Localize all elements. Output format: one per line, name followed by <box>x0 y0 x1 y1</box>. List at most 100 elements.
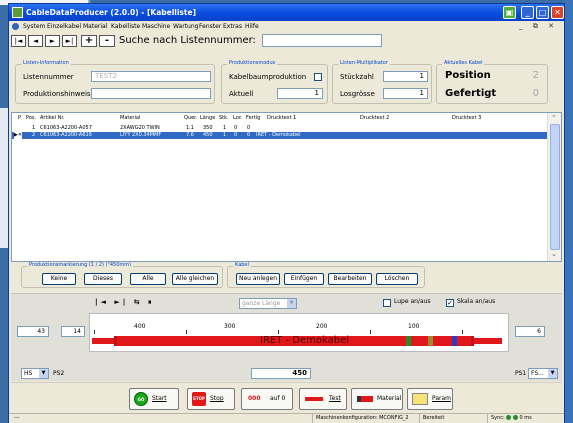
markierung-group: Produktionsmarkierung (1 / 2) ("450mm) K… <box>21 262 223 288</box>
start-button[interactable]: GO Start <box>129 388 179 410</box>
cell-material: 2XAWG20 TWIN <box>120 125 160 131</box>
produktionshinweis-field[interactable] <box>91 88 211 99</box>
menu-material[interactable]: Material <box>83 21 107 32</box>
column-header-loc[interactable]: Loc <box>233 115 242 121</box>
cable-left-cap <box>114 336 117 346</box>
stop-button[interactable]: STOP Stop <box>187 388 235 410</box>
group-legend: Produktionsmodus <box>227 60 278 66</box>
group-legend: Aktuelles Kabel <box>442 60 485 66</box>
column-header-artikel[interactable]: Artikel Nr. <box>40 115 65 121</box>
scale-tick <box>94 330 95 334</box>
loeschen-button[interactable]: Löschen <box>376 273 418 285</box>
param-button[interactable]: Param <box>407 388 453 410</box>
stueckzahl-field[interactable]: 1 <box>383 71 428 82</box>
skala-checkbox[interactable]: ✓ <box>446 299 454 307</box>
menu-wartung[interactable]: Wartung <box>173 21 198 32</box>
next-record-button[interactable]: ► <box>45 35 60 47</box>
title-bar[interactable]: CableDataProducer (2.0.0) - [Kabelliste]… <box>9 4 564 21</box>
lupe-label: Lupe an/aus <box>394 298 431 305</box>
menu-bar: System Einzelkabel Material Kabelliste M… <box>9 21 564 32</box>
scrollbar-thumb[interactable] <box>550 124 560 250</box>
cable-right-cap <box>471 336 474 346</box>
right-inner-field[interactable]: 6 <box>515 326 545 337</box>
column-header-stk[interactable]: Stk. <box>219 115 229 121</box>
close-button[interactable]: ✕ <box>551 6 564 19</box>
delete-record-button[interactable]: - <box>99 35 115 47</box>
aktuelles-kabel-group: Aktuelles Kabel Position 2 Gefertigt 0 <box>436 60 548 104</box>
auf-null-button[interactable]: 000 auf 0 <box>241 388 293 410</box>
cell-drucktext1: IRET - Demokabel <box>256 132 301 138</box>
column-header-quer[interactable]: Quer. <box>184 115 197 121</box>
cable-length-field[interactable]: 450 <box>251 368 311 379</box>
listen-multiplikator-group: Listen-Multiplikator Stückzahl 1 Losgrös… <box>332 60 432 104</box>
table-row-selected[interactable]: ▶✕ 2 C61063-A2200-A616 LIYY 2X0.34MMF 7.… <box>12 132 547 139</box>
bearbeiten-button[interactable]: Bearbeiten <box>328 273 372 285</box>
tray-app-icon[interactable]: ▣ <box>503 6 516 19</box>
lupe-checkbox[interactable] <box>383 299 391 307</box>
left-end-combo[interactable]: HS ▼ <box>21 368 49 379</box>
maximize-button[interactable]: □ <box>536 6 549 19</box>
column-header-drucktext3[interactable]: Drucktext 3 <box>452 115 481 121</box>
neu-anlegen-button[interactable]: Neu anlegen <box>236 273 280 285</box>
menu-system[interactable]: System <box>23 21 45 32</box>
stop-icon: STOP <box>192 392 206 406</box>
group-legend: Listen-Information <box>21 60 71 66</box>
menu-einzelkabel[interactable]: Einzelkabel <box>47 21 81 32</box>
first-record-button[interactable]: |◄ <box>11 35 26 47</box>
mdi-window-controls[interactable]: _ ⧉ ✕ <box>519 21 558 32</box>
table-row[interactable]: 1 C61063-A2200-A057 2XAWG20 TWIN 1.1 350… <box>12 125 547 132</box>
markierung-keine-button[interactable]: Keine <box>42 273 76 285</box>
listennummer-label: Listennummer <box>23 73 74 81</box>
markierung-alle-button[interactable]: Alle <box>130 273 166 285</box>
right-end-combo[interactable]: FS... ▼ <box>528 368 558 379</box>
right-end-value: FS... <box>531 370 544 377</box>
mdi-doc-icon[interactable] <box>12 23 19 30</box>
einfuegen-button[interactable]: Einfügen <box>284 273 324 285</box>
previous-record-button[interactable]: ◄ <box>28 35 43 47</box>
column-header-drucktext1[interactable]: Drucktext 1 <box>267 115 296 121</box>
produktionshinweis-label: Produktionshinweis <box>23 90 91 98</box>
column-header-material[interactable]: Material <box>120 115 140 121</box>
kabelbaumproduktion-label: Kabelbaumproduktion <box>229 73 307 81</box>
test-button[interactable]: Test <box>299 388 347 410</box>
menu-fenster[interactable]: Fenster <box>199 21 221 32</box>
losgroesse-field[interactable]: 1 <box>383 88 428 99</box>
column-header-pos[interactable]: Pos. <box>26 115 36 121</box>
column-header-laenge[interactable]: Länge <box>200 115 215 121</box>
scale-tick <box>186 330 187 334</box>
menu-maschine[interactable]: Maschine <box>142 21 170 32</box>
menu-kabelliste[interactable]: Kabelliste <box>111 21 140 32</box>
group-legend: Produktionsmarkierung (1 / 2) ("450mm) <box>27 262 134 268</box>
aktuell-field[interactable]: 1 <box>277 88 323 99</box>
scroll-down-icon[interactable]: ⌄ <box>551 250 557 258</box>
last-record-button[interactable]: ►| <box>62 35 77 47</box>
cable-range-value: ganze Länge <box>242 300 281 307</box>
cell-pos: 2 <box>32 132 36 138</box>
status-config: Maschinenkonfiguration: MCONFIG_2 <box>312 414 409 423</box>
menu-extras[interactable]: Extras <box>223 21 242 32</box>
cell-quer: 7.6 <box>186 132 194 138</box>
left-inner-field[interactable]: 14 <box>61 326 85 337</box>
column-header-fertig[interactable]: Fertig <box>246 115 260 121</box>
column-header-drucktext2[interactable]: Drucktext 2 <box>360 115 389 121</box>
cell-material: LIYY 2X0.34MMF <box>120 132 162 138</box>
vertical-scrollbar[interactable]: ⌃ ⌄ <box>547 113 561 261</box>
losgroesse-label: Losgrösse <box>340 90 375 98</box>
menu-hilfe[interactable]: Hilfe <box>245 21 259 32</box>
markierung-dieses-button[interactable]: Dieses <box>84 273 122 285</box>
cable-nav-icons[interactable]: |◄ ►| ⇆ ⏸ <box>95 298 155 307</box>
column-header-p[interactable]: P <box>18 115 21 121</box>
cable-range-combo[interactable]: ganze Länge ▼ <box>239 298 297 309</box>
scroll-up-icon[interactable]: ⌃ <box>551 114 557 122</box>
add-record-button[interactable]: + <box>81 35 97 47</box>
kabelbaumproduktion-checkbox[interactable] <box>314 73 322 81</box>
cable-view: |◄ ►| ⇆ ⏸ ganze Länge ▼ Lupe an/aus ✓ Sk… <box>11 293 562 381</box>
markierung-alle-gleichen-button[interactable]: Alle gleichen <box>172 273 218 285</box>
search-input[interactable] <box>262 34 382 47</box>
minimize-button[interactable]: _ <box>521 6 534 19</box>
material-button[interactable]: Material <box>351 388 403 410</box>
listennummer-field[interactable]: TEST2 <box>91 71 211 82</box>
left-outer-field[interactable]: 43 <box>17 326 49 337</box>
position-value: 2 <box>532 70 539 81</box>
cell-quer: 1.1 <box>186 125 194 131</box>
